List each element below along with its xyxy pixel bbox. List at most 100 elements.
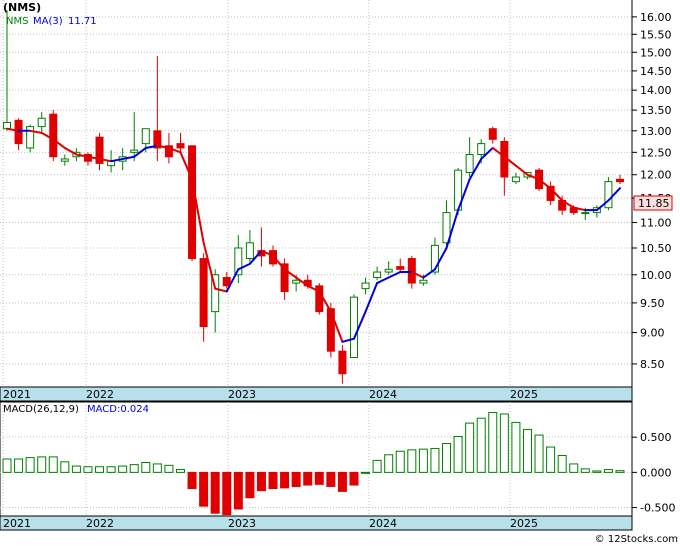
candle-body bbox=[14, 119, 23, 145]
candle-body bbox=[419, 279, 428, 284]
candle-body bbox=[396, 266, 405, 270]
macd-bar bbox=[164, 464, 174, 473]
macd-year-label: 2023 bbox=[228, 517, 256, 530]
macd-bar bbox=[268, 471, 278, 490]
macd-bar bbox=[546, 446, 556, 473]
price-tick-label: 11.00 bbox=[640, 216, 672, 229]
macd-bar bbox=[303, 471, 313, 486]
price-candle bbox=[26, 124, 35, 153]
candle-body bbox=[49, 113, 58, 158]
macd-value-label: MACD:0.024 bbox=[87, 404, 149, 415]
macd-bar bbox=[326, 471, 336, 487]
price-tick-label: 12.50 bbox=[640, 146, 672, 159]
last-price-value: 11.85 bbox=[638, 197, 670, 210]
macd-bar bbox=[14, 458, 24, 473]
macd-bar bbox=[233, 471, 243, 510]
candle-body bbox=[222, 277, 231, 287]
price-tick-label: 10.00 bbox=[640, 269, 672, 282]
candle-body bbox=[188, 145, 197, 260]
candle-body bbox=[37, 117, 46, 128]
price-tick-label: 10.50 bbox=[640, 242, 672, 255]
macd-bar bbox=[534, 434, 544, 473]
macd-bar bbox=[222, 471, 232, 516]
price-candle bbox=[349, 294, 358, 359]
candle-body bbox=[199, 258, 208, 328]
price-tick-label: 15.50 bbox=[640, 28, 672, 41]
macd-bar bbox=[256, 471, 266, 492]
price-year-label: 2024 bbox=[369, 388, 397, 401]
macd-bar bbox=[152, 463, 162, 473]
macd-tick-label: 0.500 bbox=[640, 431, 672, 444]
price-tick-label: 8.50 bbox=[640, 358, 665, 371]
candle-body bbox=[511, 176, 520, 183]
price-panel: 16.00 15.50 15.00 14.50 14.00 13.50 13.00 12.50… bbox=[0, 0, 673, 402]
macd-bar bbox=[592, 470, 602, 473]
macd-bar bbox=[175, 469, 185, 473]
last-price-tag: 11.85 bbox=[633, 195, 673, 211]
candle-body bbox=[349, 296, 358, 359]
macd-bar bbox=[2, 458, 12, 473]
macd-bar bbox=[314, 471, 324, 485]
stock-chart: 16.00 15.50 15.00 14.50 14.00 13.50 13.00 12.50… bbox=[0, 0, 678, 545]
macd-bar bbox=[476, 417, 486, 473]
candle-body bbox=[488, 128, 497, 140]
macd-year-label: 2021 bbox=[3, 517, 31, 530]
candle-body bbox=[477, 143, 486, 156]
macd-bar bbox=[95, 466, 105, 473]
candle-body bbox=[361, 282, 370, 290]
macd-tick-label: -0.500 bbox=[640, 502, 675, 515]
macd-bar bbox=[499, 413, 509, 473]
macd-year-label: 2024 bbox=[369, 517, 397, 530]
macd-bar bbox=[291, 471, 301, 487]
price-candle bbox=[604, 177, 613, 211]
candle-body bbox=[581, 212, 590, 215]
macd-bar bbox=[199, 471, 209, 507]
macd-bar bbox=[569, 463, 579, 473]
price-tick-label: 9.50 bbox=[640, 297, 665, 310]
price-plot-area bbox=[0, 0, 632, 387]
macd-bar bbox=[361, 471, 371, 474]
price-tick-label: 15.00 bbox=[640, 46, 672, 59]
candle-body bbox=[407, 258, 416, 284]
macd-bar bbox=[71, 465, 81, 473]
price-tick-label: 16.00 bbox=[640, 11, 672, 24]
price-year-label: 2021 bbox=[3, 388, 31, 401]
macd-bar bbox=[129, 464, 139, 473]
price-tick-label: 12.00 bbox=[640, 169, 672, 182]
macd-bar bbox=[48, 456, 58, 473]
macd-bar bbox=[372, 459, 382, 473]
macd-bar bbox=[603, 469, 613, 473]
macd-bar bbox=[465, 422, 475, 473]
macd-tick-label: 0.000 bbox=[640, 466, 672, 479]
candle-body bbox=[616, 178, 624, 183]
macd-bar bbox=[106, 466, 116, 473]
candle-body bbox=[60, 158, 69, 162]
macd-bar bbox=[141, 462, 151, 473]
price-y-axis: 16.00 15.50 15.00 14.50 14.00 13.50 13.00 12.50… bbox=[632, 11, 672, 371]
macd-bar bbox=[430, 447, 440, 473]
price-year-label: 2022 bbox=[86, 388, 114, 401]
macd-panel: 0.500 0.000 -0.500 2021 2022 2023 2024 2025 MA… bbox=[0, 401, 675, 531]
macd-bar bbox=[60, 461, 70, 473]
ticker-label: (NMS) bbox=[3, 1, 41, 14]
macd-bar bbox=[210, 471, 220, 514]
legend-ma: MA(3) bbox=[33, 16, 63, 27]
price-candle bbox=[49, 110, 58, 162]
macd-bar bbox=[580, 468, 590, 473]
legend-symbol: NMS bbox=[6, 16, 28, 27]
legend-ma-value: 11.71 bbox=[68, 16, 97, 27]
candle-body bbox=[384, 268, 393, 273]
macd-bar bbox=[187, 471, 197, 490]
macd-year-label: 2025 bbox=[510, 517, 538, 530]
macd-bar bbox=[37, 456, 47, 473]
candle-body bbox=[292, 279, 301, 284]
watermark: © 12Stocks.com bbox=[595, 534, 678, 545]
macd-bar bbox=[442, 443, 452, 473]
candle-body bbox=[176, 143, 185, 149]
macd-bar bbox=[615, 470, 625, 473]
price-tick-label: 13.00 bbox=[640, 125, 672, 138]
price-candle bbox=[315, 283, 324, 315]
macd-bar bbox=[349, 471, 359, 486]
macd-y-axis: 0.500 0.000 -0.500 bbox=[632, 431, 675, 515]
macd-bar bbox=[245, 471, 255, 499]
